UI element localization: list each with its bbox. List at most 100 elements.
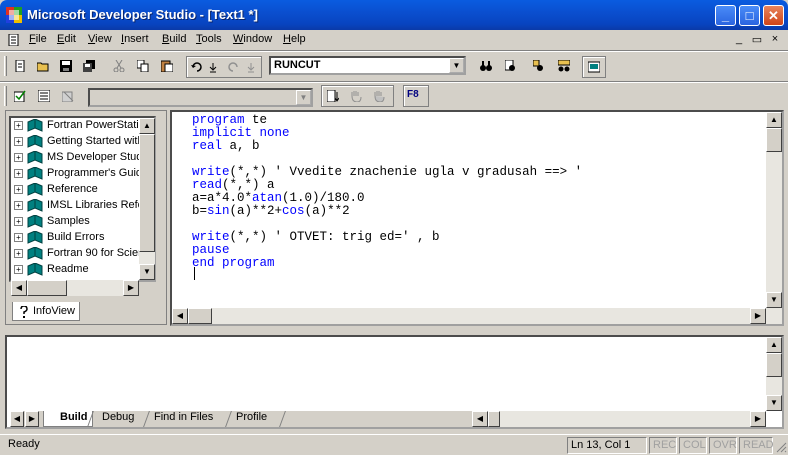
menu-bar: File Edit View Insert Build Tools Window… [4,31,784,49]
scroll-up-icon[interactable]: ▲ [766,112,782,128]
scroll-right-icon[interactable]: ▶ [750,411,766,427]
scroll-thumb[interactable] [188,308,212,324]
scroll-down-icon[interactable]: ▼ [766,395,782,411]
stop-build-icon[interactable] [59,87,77,105]
redo-dropdown-icon[interactable] [242,58,260,76]
menu-insert[interactable]: Insert [121,33,149,45]
expand-icon[interactable]: + [14,185,23,194]
workspace-icon[interactable] [530,57,548,75]
scroll-thumb[interactable] [488,411,500,427]
output-window[interactable]: ▲ ▼ ◀ ▶ Build Debug Find in Files Profil… [5,335,784,429]
app-icon[interactable] [6,7,22,23]
tab-find-in-files[interactable]: Find in Files [150,411,213,427]
cut-icon[interactable] [110,57,128,75]
book-icon [27,135,43,148]
output-horizontal-scrollbar[interactable]: ◀ ▶ [472,411,766,427]
menu-tools[interactable]: Tools [196,33,222,45]
find-in-files-icon[interactable] [502,57,520,75]
expand-icon[interactable]: + [14,249,23,258]
mdi-close-button[interactable]: × [768,33,782,45]
tab-infoview[interactable]: InfoView [12,302,80,321]
editor-vertical-scrollbar[interactable]: ▲ ▼ [766,112,782,324]
build-icon[interactable] [35,87,53,105]
save-icon[interactable] [57,57,75,75]
menu-help[interactable]: Help [283,33,306,45]
copy-icon[interactable] [134,57,152,75]
tab-build[interactable]: Build [43,411,93,427]
tab-profile[interactable]: Profile [232,411,267,427]
chevron-down-icon[interactable]: ▼ [449,58,464,73]
scroll-up-icon[interactable]: ▲ [139,118,155,134]
go-to-line-icon[interactable] [324,87,342,105]
code-line[interactable] [192,270,582,283]
scroll-right-icon[interactable]: ▶ [123,280,139,296]
scroll-thumb[interactable] [766,128,782,152]
full-screen-icon[interactable] [585,58,603,76]
expand-icon[interactable]: + [14,137,23,146]
scroll-down-icon[interactable]: ▼ [766,292,782,308]
code-line[interactable]: write(*,*) ' OTVET: trig ed=' , b [192,231,582,244]
expand-icon[interactable]: + [14,169,23,178]
hand-icon[interactable] [347,87,365,105]
maximize-button[interactable]: □ [739,5,760,26]
mdi-restore-button[interactable]: ▭ [750,33,764,46]
undo-dropdown-icon[interactable] [204,58,222,76]
expand-icon[interactable]: + [14,153,23,162]
configuration-combo[interactable]: RUNCUT ▼ [269,56,466,75]
tree-vertical-scrollbar[interactable]: ▲ ▼ [139,118,155,280]
scroll-thumb[interactable] [766,353,782,377]
mdi-minimize-button[interactable]: _ [732,33,746,45]
scroll-left-icon[interactable]: ◀ [11,280,27,296]
scroll-thumb[interactable] [27,280,67,296]
find-icon[interactable] [477,57,495,75]
tab-debug[interactable]: Debug [98,411,134,427]
menu-file[interactable]: File [29,33,47,45]
scroll-thumb[interactable] [139,134,155,252]
scroll-left-icon[interactable]: ◀ [172,308,188,324]
expand-icon[interactable]: + [14,201,23,210]
code-line[interactable]: end program [192,257,582,270]
document-icon[interactable] [8,34,20,46]
output-vertical-scrollbar[interactable]: ▲ ▼ [766,337,782,411]
f8-button[interactable]: F8 [407,89,419,100]
editor-horizontal-scrollbar[interactable]: ◀ ▶ [172,308,766,324]
expand-icon[interactable]: + [14,233,23,242]
scroll-up-icon[interactable]: ▲ [766,337,782,353]
toolbar-grip[interactable] [4,56,7,76]
compile-icon[interactable] [11,87,29,105]
save-all-icon[interactable] [80,57,98,75]
paste-icon[interactable] [158,57,176,75]
tree-horizontal-scrollbar[interactable]: ◀ ▶ [11,280,139,296]
tree-list: + Fortran PowerStation + Getting Started wi… [11,118,139,280]
menu-view[interactable]: View [88,33,112,45]
expand-icon[interactable]: + [14,265,23,274]
scroll-down-icon[interactable]: ▼ [139,264,155,280]
tab-scroll-left-icon[interactable]: ◀ [10,411,24,427]
open-folder-icon[interactable] [34,57,52,75]
book-icon [27,151,43,164]
code-editor[interactable]: program te implicit none real a, b write(*,… [170,110,784,326]
scroll-left-icon[interactable]: ◀ [472,411,488,427]
title-bar[interactable]: Microsoft Developer Studio - [Text1 *] _… [0,0,788,30]
breakpoint-hand-icon[interactable] [370,87,388,105]
chevron-down-icon[interactable]: ▼ [296,90,311,105]
size-grip-icon[interactable] [775,441,787,453]
expand-icon[interactable]: + [14,121,23,130]
redo-icon[interactable] [224,58,242,76]
menu-build[interactable]: Build [162,33,186,45]
toolbar-grip[interactable] [4,86,7,106]
new-file-icon[interactable] [11,57,29,75]
function-combo[interactable]: ▼ [88,88,313,107]
code-line[interactable]: real a, b [192,140,582,153]
scroll-right-icon[interactable]: ▶ [750,308,766,324]
expand-icon[interactable]: + [14,217,23,226]
output-icon[interactable] [555,57,573,75]
menu-edit[interactable]: Edit [57,33,76,45]
code-line[interactable]: b=sin(a)**2+cos(a)**2 [192,205,582,218]
minimize-button[interactable]: _ [715,5,736,26]
close-button[interactable]: ✕ [763,5,784,26]
tab-scroll-right-icon[interactable]: ▶ [25,411,39,427]
menu-window[interactable]: Window [233,33,272,45]
code-keyword: sin [207,204,230,218]
code-text[interactable]: program te implicit none real a, b write(*,… [192,114,582,283]
